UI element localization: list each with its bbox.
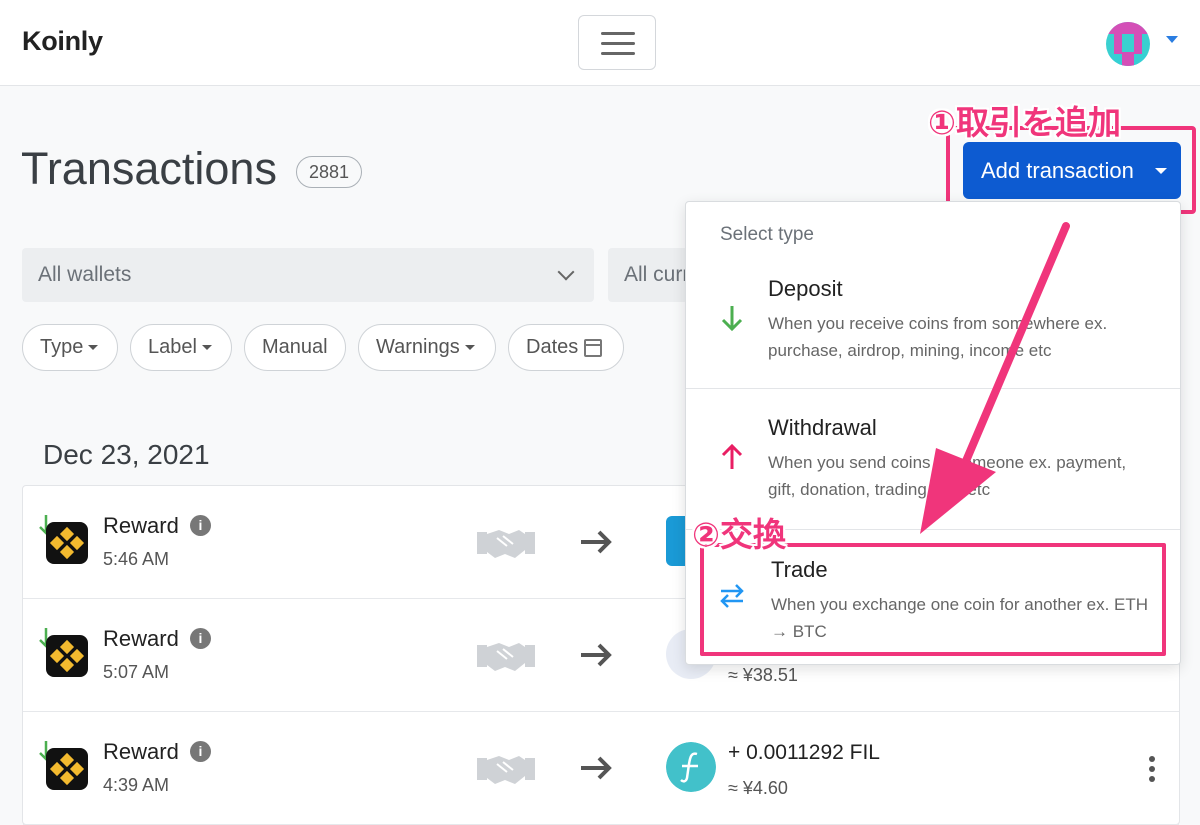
handshake-icon [477,530,535,558]
table-row[interactable]: Reward i 4:39 AM + 0.0011292 FIL ≈ ¥4.60 [23,712,1179,825]
filter-type-button[interactable]: Type [22,324,118,371]
caret-down-icon [464,345,475,351]
filter-manual-label: Manual [262,336,328,358]
filter-dates-label: Dates [526,336,579,358]
transaction-type: Reward [103,739,179,764]
transaction-type: Reward [103,513,179,538]
transaction-time: 5:46 AM [103,549,170,569]
hamburger-menu-button[interactable] [578,15,656,70]
binance-icon [46,522,88,564]
transaction-type: Reward [103,626,179,651]
handshake-icon [477,756,535,784]
arrow-down-icon [721,306,743,332]
caret-down-icon [201,345,212,351]
annotation-step2: ②交換 [692,515,786,554]
filter-manual-button[interactable]: Manual [244,324,346,371]
wallet-select[interactable]: All wallets [22,248,594,302]
dropdown-item-description: When you send coins to someone ex. payme… [768,453,1127,499]
arrow-right-icon [581,756,612,780]
annotation-highlight-trade [700,543,1166,656]
filter-dates-button[interactable]: Dates [508,324,624,371]
dropdown-item-title: Withdrawal [768,415,877,440]
filter-warnings-label: Warnings [376,336,460,358]
more-options-icon[interactable] [1149,756,1157,782]
arrow-up-icon [721,443,743,469]
koinly-logo[interactable]: Koinly [22,26,103,57]
transaction-amount: + 0.0011292 FIL [728,741,880,764]
binance-icon [46,635,88,677]
user-avatar[interactable] [1106,22,1150,66]
filter-label-label: Label [148,336,197,358]
dropdown-header: Select type [720,224,814,245]
info-icon[interactable]: i [190,628,211,649]
transaction-fiat-value: ≈ ¥38.51 [728,665,798,685]
binance-icon [46,748,88,790]
arrow-right-icon [581,643,612,667]
transaction-count-badge: 2881 [296,156,363,188]
date-group-heading: Dec 23, 2021 [43,439,210,470]
info-icon[interactable]: i [190,741,211,762]
top-navbar: Koinly [0,0,1200,86]
transaction-time: 4:39 AM [103,775,170,795]
handshake-icon [477,643,535,671]
dropdown-item-description: When you receive coins from somewhere ex… [768,314,1108,360]
caret-down-icon [88,345,99,351]
calendar-icon [584,338,603,357]
filter-type-label: Type [40,336,84,358]
filter-label-button[interactable]: Label [130,324,232,371]
add-transaction-button[interactable]: Add transaction [963,142,1181,199]
caret-down-icon [1155,168,1167,174]
transaction-fiat-value: ≈ ¥4.60 [728,778,788,798]
page-title: Transactions [21,143,277,194]
add-transaction-label: Add transaction [981,158,1134,183]
filecoin-icon [666,742,716,792]
dropdown-item-title: Deposit [768,276,843,301]
currency-select[interactable]: All currencies [608,248,688,302]
annotation-step1: ①取引を追加 [928,103,1121,142]
filter-warnings-button[interactable]: Warnings [358,324,496,371]
arrow-right-icon [581,530,612,554]
info-icon[interactable]: i [190,515,211,536]
transaction-time: 5:07 AM [103,662,170,682]
chevron-down-icon[interactable] [1166,36,1178,43]
dropdown-item-deposit[interactable]: Deposit When you receive coins from some… [686,262,1180,388]
